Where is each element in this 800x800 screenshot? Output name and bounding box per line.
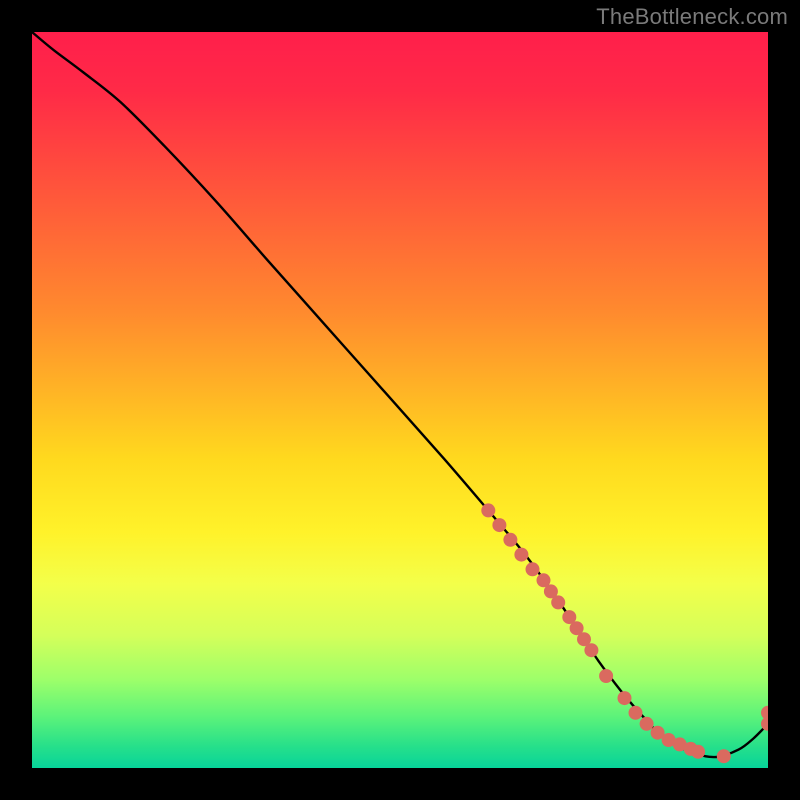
data-marker [691, 745, 705, 759]
data-marker [640, 717, 654, 731]
plot-area [32, 32, 768, 768]
data-marker [514, 548, 528, 562]
data-marker [761, 706, 768, 720]
data-marker [503, 533, 517, 547]
data-marker [717, 749, 731, 763]
watermark-text: TheBottleneck.com [596, 4, 788, 30]
chart-svg [32, 32, 768, 768]
data-marker [492, 518, 506, 532]
data-marker [584, 643, 598, 657]
data-marker [526, 562, 540, 576]
data-marker [551, 595, 565, 609]
data-marker [599, 669, 613, 683]
data-markers [481, 503, 768, 763]
chart-frame: TheBottleneck.com [0, 0, 800, 800]
bottleneck-curve [32, 32, 768, 757]
data-marker [618, 691, 632, 705]
data-marker [481, 503, 495, 517]
data-marker [629, 706, 643, 720]
